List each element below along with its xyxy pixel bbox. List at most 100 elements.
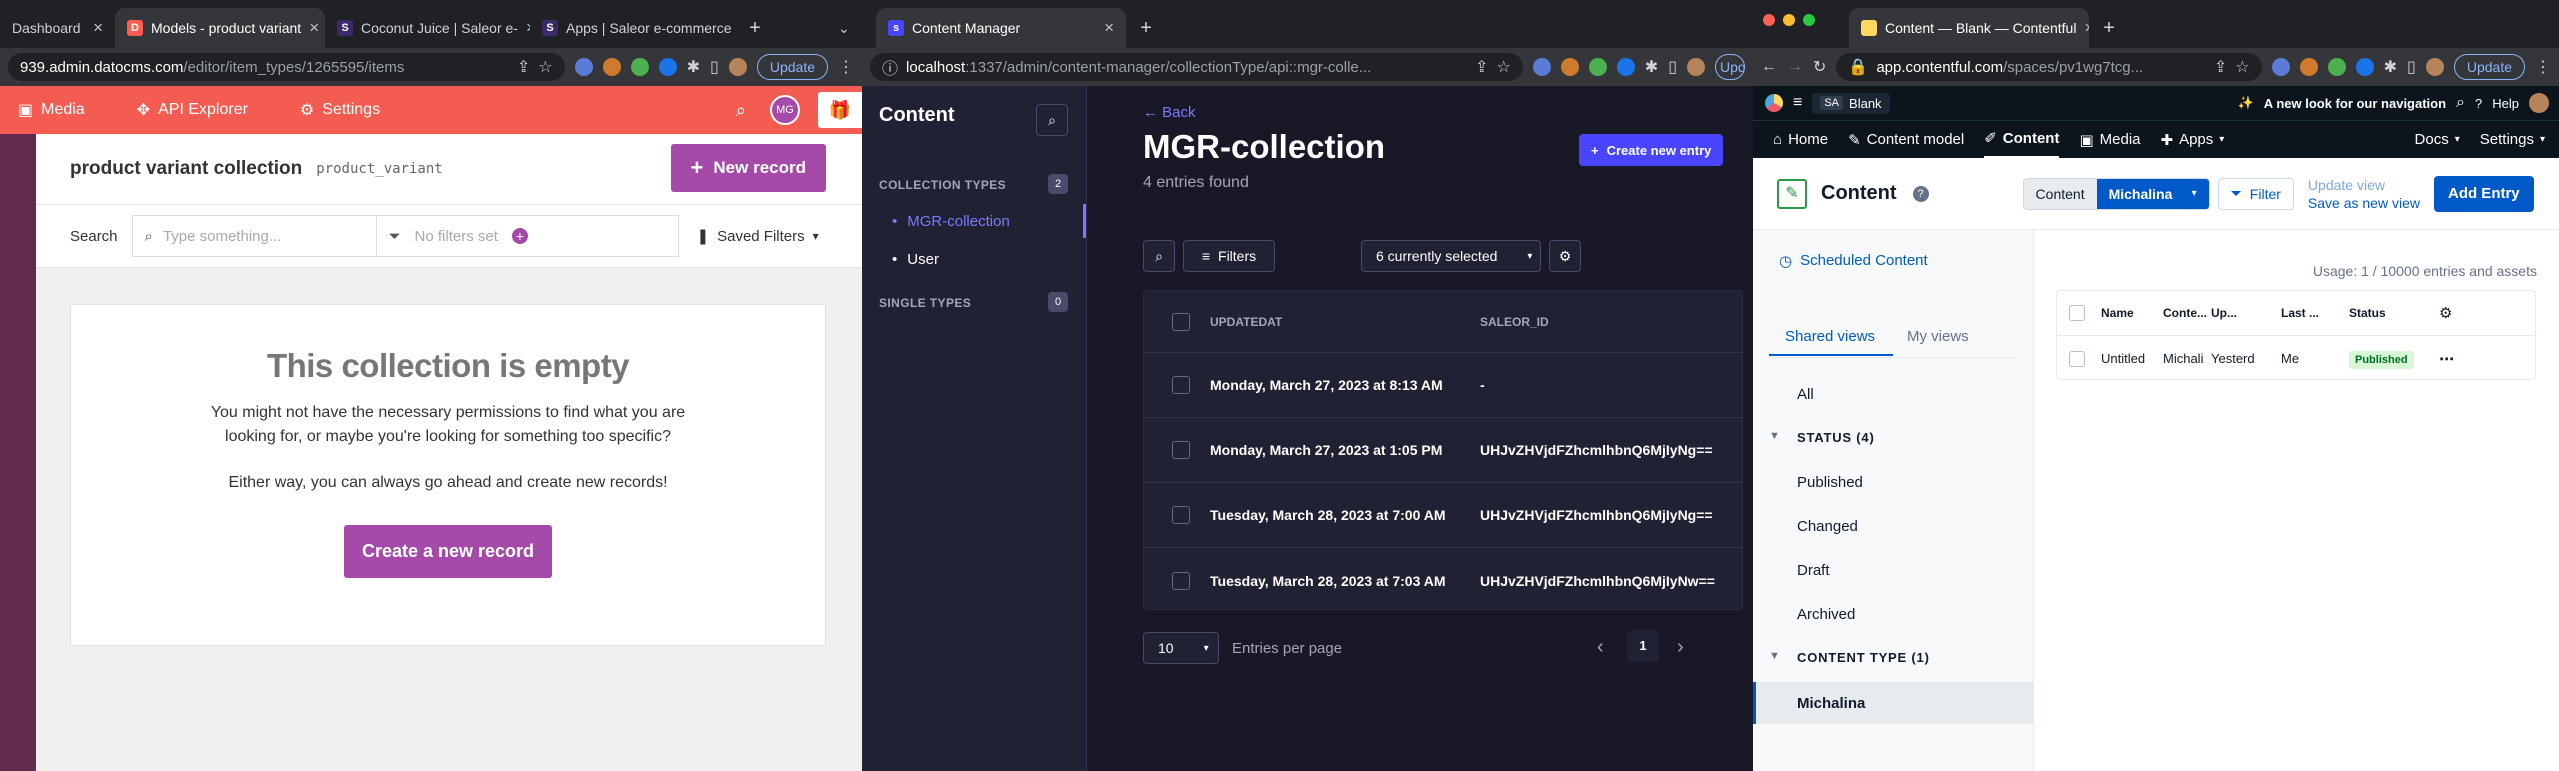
search-icon[interactable]: ⌕ xyxy=(2456,94,2465,112)
table-row[interactable]: Tuesday, March 28, 2023 at 7:03 AM UHJvZH… xyxy=(1144,548,1742,609)
grammarly-icon[interactable] xyxy=(2327,58,2346,76)
search-icon[interactable]: ⌕ xyxy=(736,100,746,121)
bookmark-star-icon[interactable]: ☆ xyxy=(1496,57,1510,77)
tab-contentful[interactable]: Content — Blank — Contentful× xyxy=(1849,8,2089,48)
nav-media[interactable]: ▣ Media xyxy=(2079,121,2140,159)
nav-apps[interactable]: ✚ Apps ▾ xyxy=(2161,121,2225,159)
update-view-link[interactable]: Update view xyxy=(2308,176,2420,194)
tab-apps[interactable]: SApps | Saleor e-commerce× xyxy=(530,8,735,48)
close-icon[interactable]: × xyxy=(1104,18,1114,38)
puzzle-icon[interactable]: ✱ xyxy=(1645,57,1658,77)
more-options-icon[interactable]: ⋯ xyxy=(2439,350,2454,368)
profile-avatar[interactable] xyxy=(1687,58,1705,76)
status-folder-label[interactable]: STATUS (4) xyxy=(1797,430,1875,445)
bookmark-star-icon[interactable]: ☆ xyxy=(2235,57,2249,77)
gear-icon[interactable]: ⚙ xyxy=(2439,304,2452,322)
new-tab-button[interactable]: + xyxy=(735,8,775,48)
scheduled-content-link[interactable]: ◷ Scheduled Content xyxy=(1779,252,1928,270)
grammarly-icon[interactable] xyxy=(1588,58,1607,76)
columns-select[interactable]: 6 currently selected ▾ xyxy=(1361,240,1541,272)
saved-filters-dropdown[interactable]: ❚ Saved Filters ▾ xyxy=(697,227,819,246)
create-entry-button[interactable]: + Create new entry xyxy=(1579,134,1724,166)
tab-dashboard[interactable]: Dashboard × xyxy=(0,8,115,48)
filters-button[interactable]: ≡ Filters xyxy=(1183,240,1275,272)
nav-api-explorer[interactable]: ✥ API Explorer xyxy=(137,100,248,120)
reload-icon[interactable]: ↻ xyxy=(1813,57,1826,77)
profile-avatar[interactable] xyxy=(2425,58,2444,76)
avatar[interactable]: MG xyxy=(770,95,800,125)
menu-icon[interactable]: ⋮ xyxy=(2535,57,2551,77)
announcement-link[interactable]: A new look for our navigation xyxy=(2264,96,2446,111)
view-all[interactable]: All xyxy=(1797,386,1814,403)
page-size-select[interactable]: 10 ▾ xyxy=(1143,632,1219,664)
address-bar[interactable]: ⓘ localhost:1337/admin/content-manager/co… xyxy=(870,53,1523,81)
chevron-left-icon[interactable]: ‹ xyxy=(1597,636,1604,659)
share-icon[interactable]: ⇪ xyxy=(517,57,530,77)
extension-icon[interactable] xyxy=(2271,58,2290,76)
table-row[interactable]: Monday, March 27, 2023 at 8:13 AM - xyxy=(1144,353,1742,418)
chevron-right-icon[interactable]: › xyxy=(1677,636,1684,659)
view-archived[interactable]: Archived xyxy=(1797,606,1855,623)
nav-docs[interactable]: Docs ▾ xyxy=(2415,121,2460,159)
hamburger-menu-icon[interactable]: ≡ xyxy=(1793,94,1802,112)
tab-coconut-juice[interactable]: SCoconut Juice | Saleor e-× xyxy=(325,8,530,48)
column-header[interactable]: Conte... xyxy=(2163,306,2211,320)
extension-icon[interactable] xyxy=(1616,58,1635,76)
filter-button[interactable]: ⏷ Filter xyxy=(2217,177,2294,210)
extension-icon[interactable] xyxy=(2299,58,2318,76)
help-icon[interactable]: ? xyxy=(1912,185,1929,202)
avatar[interactable] xyxy=(2529,93,2549,113)
chevron-down-icon[interactable]: ▼ xyxy=(1769,650,1780,662)
view-changed[interactable]: Changed xyxy=(1797,518,1858,535)
extension-icon[interactable] xyxy=(574,58,593,76)
content-type-folder-label[interactable]: CONTENT TYPE (1) xyxy=(1797,650,1930,665)
extension-icon[interactable] xyxy=(658,58,677,76)
sidebar-icon[interactable]: ▯ xyxy=(710,57,719,77)
update-button[interactable]: Update xyxy=(2453,54,2525,80)
column-header[interactable]: SALEOR_ID xyxy=(1480,315,1549,329)
extension-icon[interactable] xyxy=(2355,58,2374,76)
puzzle-icon[interactable]: ✱ xyxy=(687,57,700,77)
tab-search-chevron-icon[interactable]: ⌄ xyxy=(826,8,862,48)
column-header[interactable]: Status xyxy=(2349,306,2433,320)
column-header[interactable]: Name xyxy=(2101,306,2163,320)
search-icon[interactable]: ⌕ xyxy=(1036,104,1068,136)
create-record-button[interactable]: Create a new record xyxy=(343,525,553,578)
sidebar-icon[interactable]: ▯ xyxy=(1668,57,1677,77)
nav-settings[interactable]: ⚙ Settings xyxy=(300,100,380,120)
table-row[interactable]: Tuesday, March 28, 2023 at 7:00 AM UHJvZH… xyxy=(1144,483,1742,548)
tab-my-views[interactable]: My views xyxy=(1907,328,1969,345)
share-icon[interactable]: ⇪ xyxy=(2214,57,2227,77)
sidebar-item-user[interactable]: • User xyxy=(892,251,939,268)
filters-input[interactable]: ⏷ No filters set + xyxy=(376,215,679,257)
update-button[interactable]: Update xyxy=(1715,54,1745,80)
menu-icon[interactable]: ⋮ xyxy=(838,57,854,77)
sidebar-icon[interactable]: ▯ xyxy=(2407,57,2416,77)
row-checkbox[interactable] xyxy=(2069,350,2085,367)
search-icon[interactable]: ⌕ xyxy=(1143,240,1175,272)
nav-media[interactable]: ▣ Media xyxy=(18,100,85,120)
new-tab-button[interactable]: + xyxy=(2089,8,2129,48)
select-all-checkbox[interactable] xyxy=(1172,312,1190,331)
nav-settings[interactable]: Settings ▾ xyxy=(2480,121,2545,159)
view-draft[interactable]: Draft xyxy=(1797,562,1830,579)
add-filter-icon[interactable]: + xyxy=(511,228,528,244)
row-checkbox[interactable] xyxy=(1172,376,1190,394)
close-icon[interactable]: × xyxy=(93,18,103,38)
search-input[interactable]: ⌕ Type something... xyxy=(131,215,377,257)
new-record-button[interactable]: + New record xyxy=(670,144,826,192)
view-published[interactable]: Published xyxy=(1797,474,1863,491)
select-all-checkbox[interactable] xyxy=(2069,305,2085,321)
info-icon[interactable]: ⓘ xyxy=(882,55,898,79)
view-michalina[interactable] xyxy=(1753,682,2033,724)
address-bar[interactable]: 939.admin.datocms.com/editor/item_types/… xyxy=(8,53,565,81)
table-row[interactable]: Monday, March 27, 2023 at 1:05 PM UHJvZHV… xyxy=(1144,418,1742,483)
tab-content-manager[interactable]: s Content Manager × xyxy=(876,8,1126,48)
table-row[interactable]: Untitled Michali Yesterd Me Published ⋯ xyxy=(2057,336,2535,381)
maximize-window-icon[interactable] xyxy=(1803,14,1815,26)
nav-content[interactable]: ✐ Content xyxy=(1984,121,2060,159)
chevron-down-icon[interactable]: ▼ xyxy=(1769,430,1780,442)
nav-content-model[interactable]: ✎ Content model xyxy=(1848,121,1964,159)
minimize-window-icon[interactable] xyxy=(1783,14,1795,26)
extension-icon[interactable] xyxy=(1560,58,1579,76)
